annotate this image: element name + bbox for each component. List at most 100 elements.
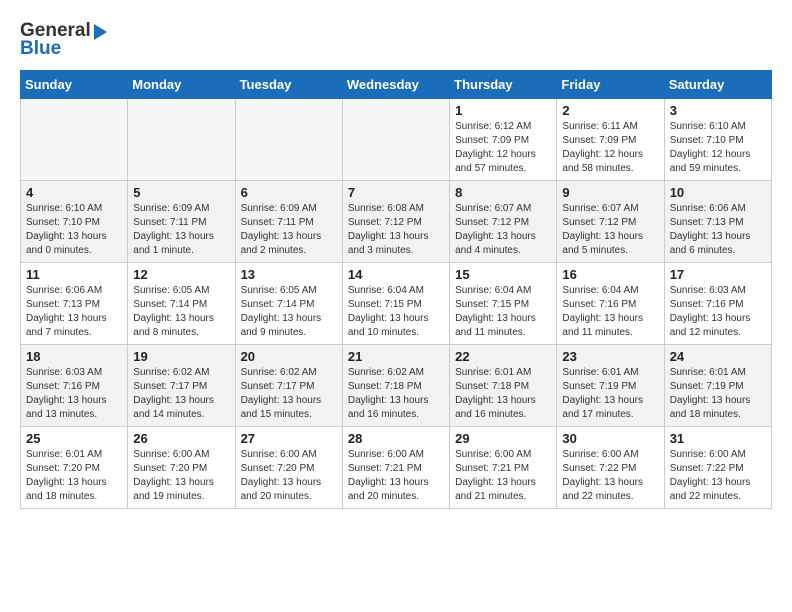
calendar-cell: 6 Sunrise: 6:09 AM Sunset: 7:11 PM Daylig… (235, 181, 342, 263)
calendar-week-row: 1 Sunrise: 6:12 AM Sunset: 7:09 PM Daylig… (21, 99, 772, 181)
calendar-cell: 13 Sunrise: 6:05 AM Sunset: 7:14 PM Dayli… (235, 263, 342, 345)
calendar-cell: 26 Sunrise: 6:00 AM Sunset: 7:20 PM Dayli… (128, 427, 235, 509)
weekday-header-row: SundayMondayTuesdayWednesdayThursdayFrid… (21, 71, 772, 99)
day-number: 3 (670, 103, 766, 118)
calendar-cell: 12Sunrise: 6:05 AM Sunset: 7:14 PM Dayli… (128, 263, 235, 345)
day-number: 22 (455, 349, 551, 364)
calendar-week-row: 25Sunrise: 6:01 AM Sunset: 7:20 PM Dayli… (21, 427, 772, 509)
day-info: Sunrise: 6:05 AM Sunset: 7:14 PM Dayligh… (241, 284, 337, 340)
calendar-cell: 3 Sunrise: 6:10 AM Sunset: 7:10 PM Daylig… (664, 99, 771, 181)
day-number: 18 (26, 349, 122, 364)
day-info: Sunrise: 6:06 AM Sunset: 7:13 PM Dayligh… (26, 284, 122, 340)
day-info: Sunrise: 6:07 AM Sunset: 7:12 PM Dayligh… (455, 202, 551, 258)
day-info: Sunrise: 6:09 AM Sunset: 7:11 PM Dayligh… (241, 202, 337, 258)
weekday-header-saturday: Saturday (664, 71, 771, 99)
day-number: 4 (26, 185, 122, 200)
weekday-header-monday: Monday (128, 71, 235, 99)
day-info: Sunrise: 6:04 AM Sunset: 7:15 PM Dayligh… (455, 284, 551, 340)
calendar-cell: 31 Sunrise: 6:00 AM Sunset: 7:22 PM Dayli… (664, 427, 771, 509)
logo-arrow-icon (94, 24, 107, 40)
day-info: Sunrise: 6:01 AM Sunset: 7:19 PM Dayligh… (562, 366, 658, 422)
calendar-cell: 18 Sunrise: 6:03 AM Sunset: 7:16 PM Dayli… (21, 345, 128, 427)
calendar-week-row: 11 Sunrise: 6:06 AM Sunset: 7:13 PM Dayli… (21, 263, 772, 345)
day-number: 16 (562, 267, 658, 282)
day-info: Sunrise: 6:00 AM Sunset: 7:21 PM Dayligh… (348, 448, 444, 504)
calendar-cell: 19 Sunrise: 6:02 AM Sunset: 7:17 PM Dayli… (128, 345, 235, 427)
weekday-header-thursday: Thursday (450, 71, 557, 99)
weekday-header-friday: Friday (557, 71, 664, 99)
calendar-cell: 30Sunrise: 6:00 AM Sunset: 7:22 PM Dayli… (557, 427, 664, 509)
calendar-cell: 11 Sunrise: 6:06 AM Sunset: 7:13 PM Dayli… (21, 263, 128, 345)
day-number: 2 (562, 103, 658, 118)
page-header: General Blue (20, 20, 772, 60)
calendar-table: SundayMondayTuesdayWednesdayThursdayFrid… (20, 70, 772, 509)
day-info: Sunrise: 6:11 AM Sunset: 7:09 PM Dayligh… (562, 120, 658, 176)
day-number: 28 (348, 431, 444, 446)
day-number: 24 (670, 349, 766, 364)
day-number: 11 (26, 267, 122, 282)
day-number: 6 (241, 185, 337, 200)
day-number: 10 (670, 185, 766, 200)
day-info: Sunrise: 6:00 AM Sunset: 7:20 PM Dayligh… (133, 448, 229, 504)
calendar-cell (235, 99, 342, 181)
day-info: Sunrise: 6:02 AM Sunset: 7:17 PM Dayligh… (133, 366, 229, 422)
calendar-cell (128, 99, 235, 181)
calendar-week-row: 18 Sunrise: 6:03 AM Sunset: 7:16 PM Dayli… (21, 345, 772, 427)
day-info: Sunrise: 6:03 AM Sunset: 7:16 PM Dayligh… (670, 284, 766, 340)
day-number: 29 (455, 431, 551, 446)
day-number: 19 (133, 349, 229, 364)
calendar-week-row: 4 Sunrise: 6:10 AM Sunset: 7:10 PM Daylig… (21, 181, 772, 263)
day-info: Sunrise: 6:00 AM Sunset: 7:22 PM Dayligh… (670, 448, 766, 504)
day-number: 7 (348, 185, 444, 200)
day-number: 20 (241, 349, 337, 364)
calendar-cell: 2 Sunrise: 6:11 AM Sunset: 7:09 PM Daylig… (557, 99, 664, 181)
calendar-cell: 16Sunrise: 6:04 AM Sunset: 7:16 PM Dayli… (557, 263, 664, 345)
calendar-cell: 22 Sunrise: 6:01 AM Sunset: 7:18 PM Dayli… (450, 345, 557, 427)
day-number: 31 (670, 431, 766, 446)
day-number: 1 (455, 103, 551, 118)
calendar-cell: 27Sunrise: 6:00 AM Sunset: 7:20 PM Dayli… (235, 427, 342, 509)
calendar-cell: 5Sunrise: 6:09 AM Sunset: 7:11 PM Daylig… (128, 181, 235, 263)
calendar-cell: 29 Sunrise: 6:00 AM Sunset: 7:21 PM Dayli… (450, 427, 557, 509)
day-info: Sunrise: 6:03 AM Sunset: 7:16 PM Dayligh… (26, 366, 122, 422)
day-info: Sunrise: 6:02 AM Sunset: 7:18 PM Dayligh… (348, 366, 444, 422)
calendar-cell: 17 Sunrise: 6:03 AM Sunset: 7:16 PM Dayli… (664, 263, 771, 345)
day-info: Sunrise: 6:01 AM Sunset: 7:18 PM Dayligh… (455, 366, 551, 422)
day-info: Sunrise: 6:06 AM Sunset: 7:13 PM Dayligh… (670, 202, 766, 258)
day-info: Sunrise: 6:08 AM Sunset: 7:12 PM Dayligh… (348, 202, 444, 258)
day-info: Sunrise: 6:10 AM Sunset: 7:10 PM Dayligh… (26, 202, 122, 258)
weekday-header-tuesday: Tuesday (235, 71, 342, 99)
calendar-cell: 28 Sunrise: 6:00 AM Sunset: 7:21 PM Dayli… (342, 427, 449, 509)
day-number: 21 (348, 349, 444, 364)
calendar-cell: 7 Sunrise: 6:08 AM Sunset: 7:12 PM Daylig… (342, 181, 449, 263)
day-info: Sunrise: 6:01 AM Sunset: 7:20 PM Dayligh… (26, 448, 122, 504)
logo: General Blue (20, 20, 107, 60)
calendar-cell: 4 Sunrise: 6:10 AM Sunset: 7:10 PM Daylig… (21, 181, 128, 263)
calendar-cell (21, 99, 128, 181)
day-info: Sunrise: 6:00 AM Sunset: 7:21 PM Dayligh… (455, 448, 551, 504)
day-info: Sunrise: 6:04 AM Sunset: 7:15 PM Dayligh… (348, 284, 444, 340)
day-info: Sunrise: 6:02 AM Sunset: 7:17 PM Dayligh… (241, 366, 337, 422)
calendar-cell: 14Sunrise: 6:04 AM Sunset: 7:15 PM Dayli… (342, 263, 449, 345)
day-number: 23 (562, 349, 658, 364)
day-info: Sunrise: 6:05 AM Sunset: 7:14 PM Dayligh… (133, 284, 229, 340)
day-info: Sunrise: 6:12 AM Sunset: 7:09 PM Dayligh… (455, 120, 551, 176)
calendar-cell: 21 Sunrise: 6:02 AM Sunset: 7:18 PM Dayli… (342, 345, 449, 427)
day-number: 13 (241, 267, 337, 282)
day-info: Sunrise: 6:07 AM Sunset: 7:12 PM Dayligh… (562, 202, 658, 258)
day-info: Sunrise: 6:10 AM Sunset: 7:10 PM Dayligh… (670, 120, 766, 176)
day-info: Sunrise: 6:00 AM Sunset: 7:22 PM Dayligh… (562, 448, 658, 504)
calendar-cell: 24 Sunrise: 6:01 AM Sunset: 7:19 PM Dayli… (664, 345, 771, 427)
day-number: 17 (670, 267, 766, 282)
day-info: Sunrise: 6:01 AM Sunset: 7:19 PM Dayligh… (670, 366, 766, 422)
calendar-cell (342, 99, 449, 181)
day-number: 26 (133, 431, 229, 446)
calendar-cell: 10 Sunrise: 6:06 AM Sunset: 7:13 PM Dayli… (664, 181, 771, 263)
weekday-header-sunday: Sunday (21, 71, 128, 99)
day-number: 9 (562, 185, 658, 200)
calendar-cell: 15Sunrise: 6:04 AM Sunset: 7:15 PM Dayli… (450, 263, 557, 345)
day-number: 8 (455, 185, 551, 200)
logo-blue-text: Blue (20, 38, 61, 60)
day-info: Sunrise: 6:09 AM Sunset: 7:11 PM Dayligh… (133, 202, 229, 258)
calendar-cell: 20 Sunrise: 6:02 AM Sunset: 7:17 PM Dayli… (235, 345, 342, 427)
